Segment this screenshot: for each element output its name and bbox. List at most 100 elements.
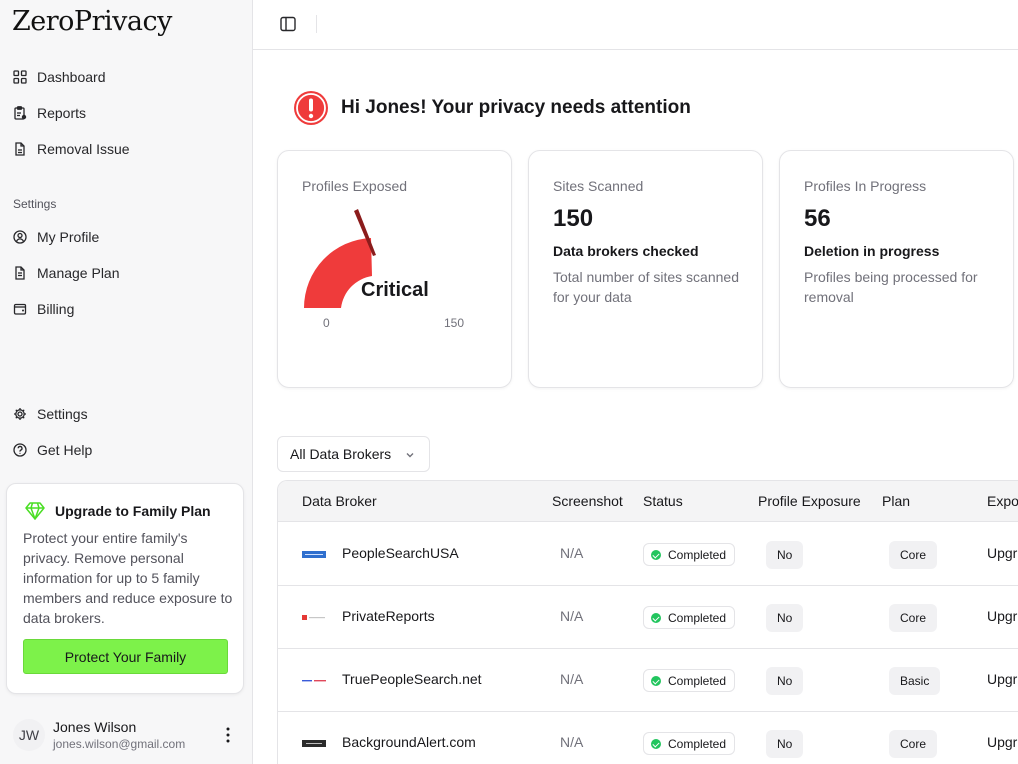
status-badge: Completed — [643, 543, 736, 566]
upgrade-card: Upgrade to Family Plan Protect your enti… — [6, 483, 244, 694]
gear-icon — [14, 408, 26, 420]
broker-name: PeopleSearchUSA — [342, 545, 459, 561]
topbar — [253, 0, 1018, 50]
upgrade-header: Upgrade to Family Plan — [25, 502, 211, 520]
sidebar-item-label: Settings — [37, 406, 88, 422]
user-circle-icon — [13, 230, 27, 244]
column-header-broker[interactable]: Data Broker — [302, 493, 377, 509]
column-header-exposure[interactable]: Profile Exposure — [758, 493, 861, 509]
sidebar-toggle-icon[interactable] — [278, 14, 298, 34]
gem-icon — [25, 502, 45, 520]
table-row[interactable]: TruePeopleSearch.net N/A Completed No Ba… — [278, 649, 1018, 712]
alert-icon — [294, 91, 328, 125]
greeting-text: Hi Jones! Your privacy needs attention — [341, 97, 691, 118]
settings-section-label: Settings — [13, 197, 57, 211]
plan-badge: Core — [889, 730, 938, 758]
exposure-badge: No — [766, 730, 804, 758]
card-value: 56 — [804, 205, 831, 232]
sidebar-item-label: Dashboard — [37, 69, 106, 85]
gauge-status-label: Critical — [361, 279, 429, 301]
clipboard-icon — [14, 106, 27, 120]
card-label: Profiles Exposed — [302, 178, 408, 194]
sidebar-item-manage-plan[interactable]: Manage Plan — [13, 261, 120, 285]
topbar-divider — [316, 15, 317, 33]
status-badge: Completed — [643, 606, 736, 629]
app-logo[interactable]: ZeroPrivacy — [12, 6, 172, 37]
broker-logo-icon — [302, 740, 326, 747]
user-name: Jones Wilson — [53, 719, 137, 735]
card-description: Profiles being processed for removal — [804, 269, 978, 305]
sidebar-item-reports[interactable]: Reports — [13, 101, 86, 125]
gauge-min-label: 0 — [323, 316, 330, 330]
sidebar-item-label: Get Help — [37, 442, 93, 458]
check-circle-icon — [651, 738, 661, 749]
sidebar-item-label: Manage Plan — [37, 265, 120, 281]
broker-name: PrivateReports — [342, 608, 435, 624]
export-upgrade-link[interactable]: Upgr — [987, 734, 1017, 750]
check-circle-icon — [651, 549, 661, 560]
export-upgrade-link[interactable]: Upgr — [987, 671, 1017, 687]
sidebar-item-label: Removal Issue — [37, 141, 130, 157]
sidebar: ZeroPrivacy Dashboard Reports Removal Is… — [0, 0, 253, 764]
filter-selected-value: All Data Brokers — [290, 446, 392, 462]
file-text-icon — [15, 266, 25, 280]
plan-badge: Core — [889, 604, 938, 632]
broker-logo-icon — [302, 551, 326, 558]
avatar: JW — [13, 719, 45, 751]
status-badge: Completed — [643, 732, 736, 755]
gauge-max-label: 150 — [444, 316, 465, 330]
column-header-plan[interactable]: Plan — [882, 493, 910, 509]
protect-family-button[interactable]: Protect Your Family — [23, 639, 228, 674]
profiles-in-progress-card: Profiles In Progress 56 Deletion in prog… — [779, 150, 1014, 388]
status-text: Completed — [668, 610, 727, 625]
sidebar-item-my-profile[interactable]: My Profile — [13, 225, 99, 249]
user-email: jones.wilson@gmail.com — [53, 737, 186, 751]
broker-logo-icon — [302, 615, 325, 620]
card-description: Total number of sites scanned for your d… — [553, 269, 739, 305]
upgrade-title: Upgrade to Family Plan — [55, 503, 211, 519]
help-circle-icon — [13, 443, 27, 457]
sidebar-item-billing[interactable]: Billing — [13, 297, 74, 321]
file-icon — [15, 142, 25, 156]
table-header: Data Broker Screenshot Status Profile Ex… — [278, 481, 1018, 522]
upgrade-description: Protect your entire family's privacy. Re… — [23, 530, 233, 626]
data-broker-filter-select[interactable]: All Data Brokers — [277, 436, 430, 472]
sidebar-item-label: My Profile — [37, 229, 100, 245]
data-broker-table: Data Broker Screenshot Status Profile Ex… — [277, 480, 1018, 764]
broker-name: TruePeopleSearch.net — [342, 671, 482, 687]
column-header-status[interactable]: Status — [643, 493, 683, 509]
card-label: Sites Scanned — [553, 178, 644, 194]
sidebar-item-get-help[interactable]: Get Help — [13, 438, 92, 462]
chevron-down-icon — [406, 453, 414, 458]
table-row[interactable]: PeopleSearchUSA N/A Completed No Core Up… — [278, 523, 1018, 586]
broker-name: BackgroundAlert.com — [342, 734, 476, 750]
card-subtitle: Data brokers checked — [553, 243, 699, 259]
status-badge: Completed — [643, 669, 736, 692]
export-upgrade-link[interactable]: Upgr — [987, 608, 1017, 624]
profiles-exposed-card: Profiles Exposed Critical 0 150 — [277, 150, 512, 388]
sidebar-item-label: Billing — [37, 301, 75, 317]
grid-icon — [13, 70, 27, 84]
exposure-badge: No — [766, 604, 804, 632]
sites-scanned-card: Sites Scanned 150 Data brokers checked T… — [528, 150, 763, 388]
screenshot-value: N/A — [560, 608, 584, 624]
user-account[interactable]: JW Jones Wilson jones.wilson@gmail.com — [13, 717, 243, 753]
sidebar-item-settings[interactable]: Settings — [13, 402, 88, 426]
table-row[interactable]: BackgroundAlert.com N/A Completed No Cor… — [278, 712, 1018, 764]
wallet-icon — [13, 303, 27, 315]
broker-logo-icon — [302, 680, 326, 682]
sidebar-item-dashboard[interactable]: Dashboard — [13, 65, 106, 89]
card-subtitle: Deletion in progress — [804, 243, 940, 259]
more-vertical-icon[interactable] — [220, 725, 236, 745]
check-circle-icon — [651, 612, 661, 623]
check-circle-icon — [651, 675, 661, 686]
exposure-badge: No — [766, 667, 804, 695]
sidebar-item-removal-issue[interactable]: Removal Issue — [13, 137, 130, 161]
screenshot-value: N/A — [560, 734, 584, 750]
plan-badge: Basic — [889, 667, 941, 695]
screenshot-value: N/A — [560, 545, 584, 561]
column-header-export[interactable]: Expo — [987, 493, 1018, 509]
table-row[interactable]: PrivateReports N/A Completed No Core Upg… — [278, 586, 1018, 649]
column-header-screenshot[interactable]: Screenshot — [552, 493, 623, 509]
export-upgrade-link[interactable]: Upgr — [987, 545, 1017, 561]
